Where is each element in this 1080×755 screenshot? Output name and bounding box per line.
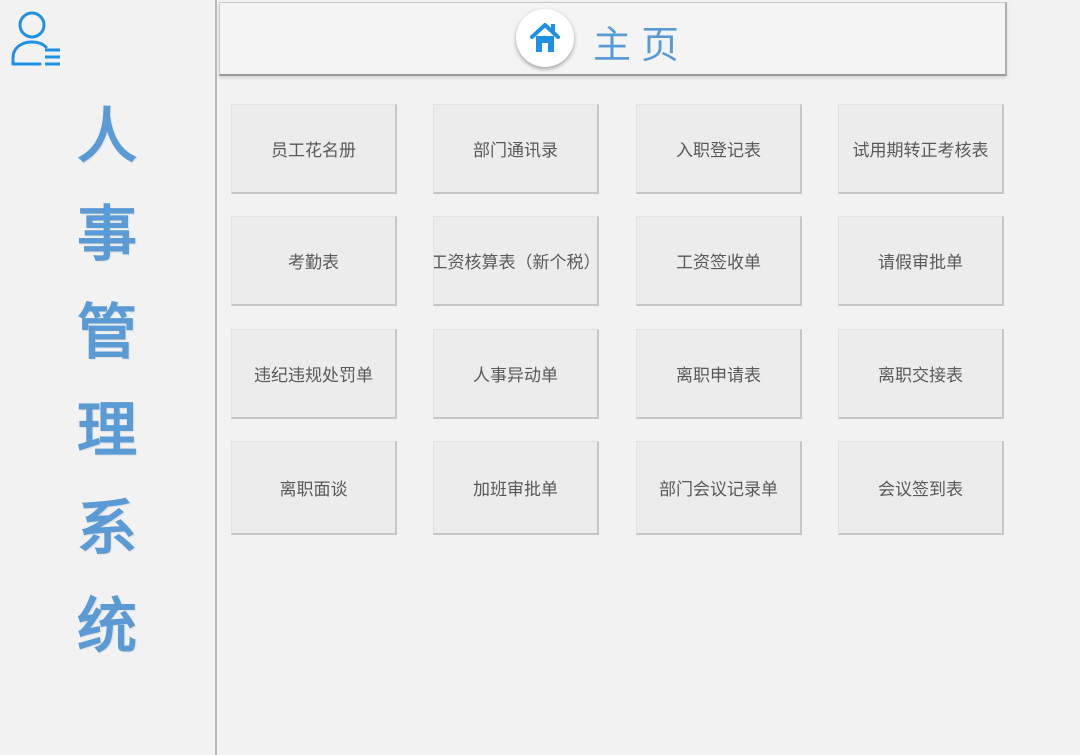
menu-tile-onboarding-form[interactable]: 入职登记表 bbox=[636, 104, 802, 194]
menu-tile-department-directory[interactable]: 部门通讯录 bbox=[433, 104, 599, 194]
home-button[interactable] bbox=[516, 9, 574, 67]
system-title-char: 统 bbox=[77, 592, 137, 662]
menu-tile-meeting-signin[interactable]: 会议签到表 bbox=[838, 441, 1004, 535]
menu-tile-disciplinary[interactable]: 违纪违规处罚单 bbox=[231, 329, 397, 419]
menu-tile-resignation-application[interactable]: 离职申请表 bbox=[636, 329, 802, 419]
menu-tile-employee-roster[interactable]: 员工花名册 bbox=[231, 104, 397, 194]
system-title-char: 人 bbox=[77, 102, 137, 172]
system-title-char: 管 bbox=[77, 298, 137, 368]
user-list-icon[interactable] bbox=[10, 8, 64, 68]
menu-tile-meeting-minutes[interactable]: 部门会议记录单 bbox=[636, 441, 802, 535]
system-title-char: 理 bbox=[77, 396, 137, 466]
page-title: 主页 bbox=[593, 23, 690, 67]
menu-tile-leave-approval[interactable]: 请假审批单 bbox=[838, 216, 1004, 306]
system-title-char: 事 bbox=[77, 200, 137, 270]
sidebar: 人 事 管 理 系 统 bbox=[0, 0, 217, 755]
menu-tile-personnel-change[interactable]: 人事异动单 bbox=[433, 329, 599, 419]
menu-tile-exit-interview[interactable]: 离职面谈 bbox=[231, 441, 397, 535]
system-title-char: 系 bbox=[77, 494, 137, 564]
home-icon bbox=[530, 23, 560, 52]
header-bar: 主页 bbox=[219, 2, 1007, 76]
menu-tile-attendance[interactable]: 考勤表 bbox=[231, 216, 397, 306]
menu-tile-probation-review[interactable]: 试用期转正考核表 bbox=[838, 104, 1004, 194]
menu-tile-overtime-approval[interactable]: 加班审批单 bbox=[433, 441, 599, 535]
system-title: 人 事 管 理 系 统 bbox=[62, 88, 152, 676]
menu-tile-resignation-handover[interactable]: 离职交接表 bbox=[838, 329, 1004, 419]
menu-tile-payroll-calculation[interactable]: 工资核算表（新个税） bbox=[433, 216, 599, 306]
menu-tile-payroll-receipt[interactable]: 工资签收单 bbox=[636, 216, 802, 306]
